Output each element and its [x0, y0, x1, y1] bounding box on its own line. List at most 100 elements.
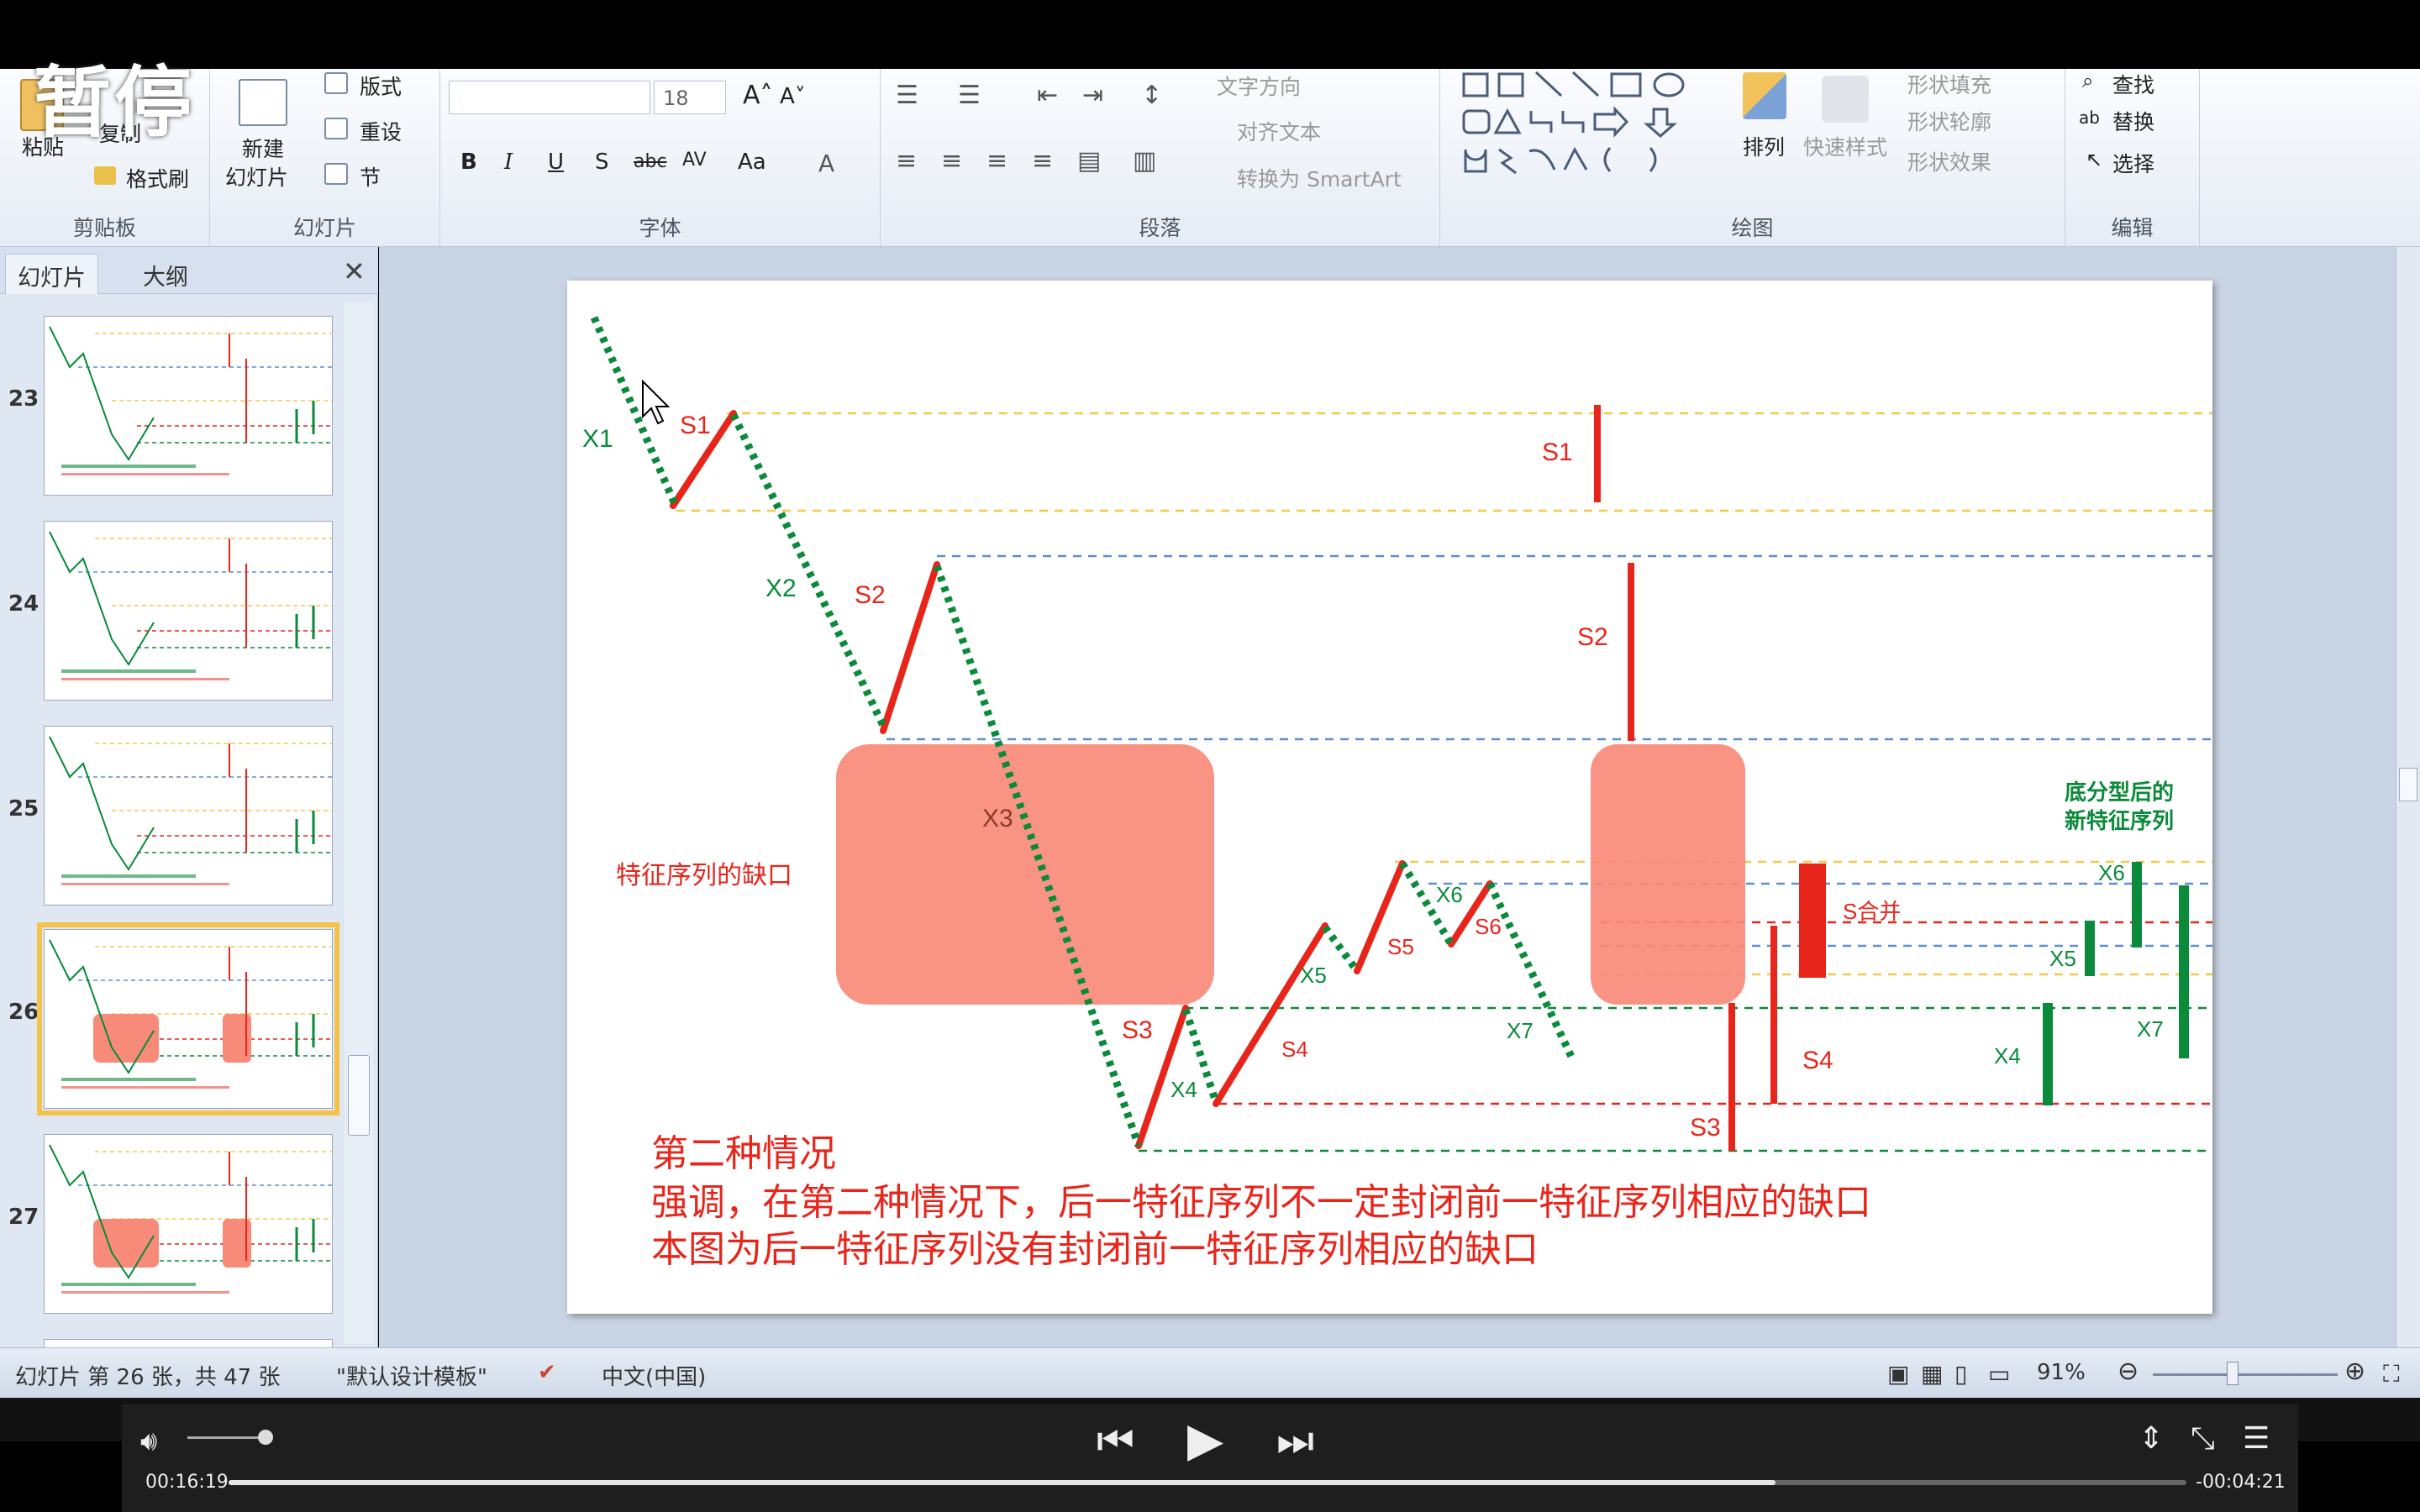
- shrink-font-icon[interactable]: A˅: [780, 84, 806, 109]
- tab-outline[interactable]: 大纲: [131, 254, 200, 294]
- change-case-icon[interactable]: Aa: [738, 150, 766, 175]
- align-text-button[interactable]: 对齐文本: [1237, 116, 1321, 146]
- arrange-button[interactable]: 排列: [1743, 131, 1785, 161]
- label-s5: S5: [1387, 934, 1414, 959]
- label-x5: X5: [1300, 963, 1327, 988]
- reset-button[interactable]: 重设: [360, 116, 402, 146]
- find-button[interactable]: 查找: [2112, 69, 2154, 99]
- line-spacing-icon[interactable]: ↕: [1141, 81, 1162, 110]
- volume-thumb[interactable]: [258, 1430, 273, 1445]
- underline-icon[interactable]: U: [548, 150, 564, 175]
- spacing-icon[interactable]: AV: [682, 150, 707, 171]
- zoom-slider[interactable]: [2153, 1373, 2338, 1376]
- numbering-icon[interactable]: ☰: [958, 81, 981, 110]
- next-icon[interactable]: ⏭: [1276, 1416, 1314, 1466]
- align-center-icon[interactable]: ≡: [941, 146, 962, 176]
- volume-slider[interactable]: [187, 1436, 268, 1439]
- new-slide-icon: [239, 79, 287, 126]
- strikethrough-icon[interactable]: abc: [634, 151, 667, 172]
- slide-thumbnail[interactable]: [44, 1134, 333, 1314]
- text-direction-button[interactable]: 文字方向: [1217, 71, 1301, 101]
- thumbnail-number: 24: [8, 591, 39, 617]
- new-slide-button-line2[interactable]: 幻灯片: [225, 161, 288, 192]
- tab-slides[interactable]: 幻灯片: [5, 254, 98, 294]
- label-merge: S合并: [1843, 899, 1901, 924]
- select-icon: ↖: [2086, 148, 2103, 171]
- segment-s4: [1213, 922, 1328, 1107]
- label-x1: X1: [582, 425, 613, 453]
- italic-icon[interactable]: I: [504, 150, 513, 175]
- aspect-icon[interactable]: ⇕: [2139, 1421, 2164, 1456]
- canvas-scrollbar[interactable]: [2396, 247, 2420, 1347]
- justify-icon[interactable]: ≡: [1032, 146, 1053, 176]
- font-name-select[interactable]: [449, 81, 650, 114]
- label-x4: X4: [1171, 1077, 1197, 1102]
- shadow-icon[interactable]: S: [595, 150, 609, 175]
- layout-button[interactable]: 版式: [360, 71, 402, 101]
- font-size-select[interactable]: 18: [654, 81, 726, 114]
- new-slide-button-line1[interactable]: 新建: [242, 133, 284, 163]
- thumbnail-number: 25: [8, 796, 39, 822]
- section-button[interactable]: 节: [360, 161, 381, 192]
- align-left-icon[interactable]: ≡: [896, 146, 917, 176]
- grow-font-icon[interactable]: A˄: [743, 81, 773, 110]
- fit-window-icon[interactable]: ⛶: [2383, 1360, 2400, 1389]
- language-indicator[interactable]: 中文(中国): [602, 1360, 706, 1391]
- label-x2: X2: [765, 575, 797, 602]
- panel-scrollbar[interactable]: [345, 302, 373, 1344]
- slideshow-view-icon[interactable]: ▭: [1988, 1360, 2010, 1388]
- shape-fill-button[interactable]: 形状填充: [1907, 69, 1991, 99]
- columns-icon[interactable]: ▥: [1133, 146, 1156, 176]
- shapes-gallery[interactable]: [1460, 69, 1729, 178]
- shape-outline-button[interactable]: 形状轮廓: [1907, 106, 1991, 136]
- label-right-s4: S4: [1802, 1047, 1833, 1074]
- gap-rect-left[interactable]: [836, 744, 1214, 1005]
- theme-name[interactable]: "默认设计模板": [336, 1360, 487, 1391]
- label-new-seq-2: 新特征序列: [2065, 808, 2174, 833]
- close-icon[interactable]: ✕: [343, 255, 366, 287]
- label-s1: S1: [680, 412, 711, 439]
- find-icon: ⌕: [2082, 69, 2094, 92]
- volume-icon[interactable]: 🔊︎: [140, 1425, 157, 1457]
- select-button[interactable]: 选择: [2112, 148, 2154, 178]
- spellcheck-icon[interactable]: ✔: [538, 1360, 556, 1385]
- font-color-icon[interactable]: A: [818, 150, 834, 177]
- drawing-group-label: 绘图: [1731, 216, 1774, 240]
- reading-view-icon[interactable]: ▯: [1954, 1360, 1967, 1388]
- zoom-level[interactable]: 91%: [2037, 1360, 2086, 1385]
- slide-thumbnail[interactable]: [44, 521, 333, 701]
- previous-icon[interactable]: ⏮: [1097, 1416, 1134, 1466]
- distributed-icon[interactable]: ▤: [1077, 146, 1101, 176]
- label-right-x5: X5: [2049, 946, 2076, 971]
- format-painter-button[interactable]: 格式刷: [126, 163, 189, 193]
- smartart-button[interactable]: 转换为 SmartArt: [1237, 163, 1402, 193]
- thumbnail-number: 23: [8, 386, 39, 412]
- canvas-scroll-thumb[interactable]: [2399, 768, 2417, 801]
- play-icon[interactable]: ▶: [1187, 1413, 1223, 1467]
- label-right-x7: X7: [2137, 1016, 2164, 1042]
- playlist-icon[interactable]: ☰: [2243, 1421, 2270, 1456]
- slide-thumbnail[interactable]: [44, 726, 333, 906]
- zoom-out-icon[interactable]: ⊖: [2118, 1357, 2139, 1386]
- shrink-icon[interactable]: ⤡: [2191, 1421, 2215, 1457]
- progress-bar[interactable]: [229, 1480, 2186, 1485]
- bold-icon[interactable]: B: [460, 150, 477, 175]
- pause-overlay: 暂停: [34, 58, 196, 148]
- slide-thumbnail[interactable]: [44, 316, 333, 496]
- quick-styles-button[interactable]: 快速样式: [1803, 131, 1887, 161]
- indent-icon[interactable]: ⇤: [1037, 81, 1058, 110]
- zoom-slider-thumb[interactable]: [2227, 1362, 2238, 1385]
- sorter-view-icon[interactable]: ▦: [1921, 1360, 1943, 1388]
- normal-view-icon[interactable]: ▣: [1887, 1360, 1909, 1388]
- outdent-icon[interactable]: ⇥: [1082, 81, 1103, 110]
- shape-effects-button[interactable]: 形状效果: [1907, 146, 1991, 176]
- zoom-in-icon[interactable]: ⊕: [2344, 1357, 2365, 1386]
- slide[interactable]: X1 S1 X2 S2 X3 S3 X4 S4 X5 S5 X6 S6 X7 特…: [567, 281, 2212, 1314]
- replace-button[interactable]: 替换: [2112, 106, 2154, 136]
- align-right-icon[interactable]: ≡: [986, 146, 1007, 176]
- panel-scroll-thumb[interactable]: [348, 1055, 370, 1136]
- bullets-icon[interactable]: ☰: [896, 81, 918, 110]
- gap-rect-right[interactable]: [1591, 744, 1745, 1005]
- replace-icon: ab: [2079, 108, 2100, 128]
- slide-thumbnail[interactable]: [37, 922, 339, 1116]
